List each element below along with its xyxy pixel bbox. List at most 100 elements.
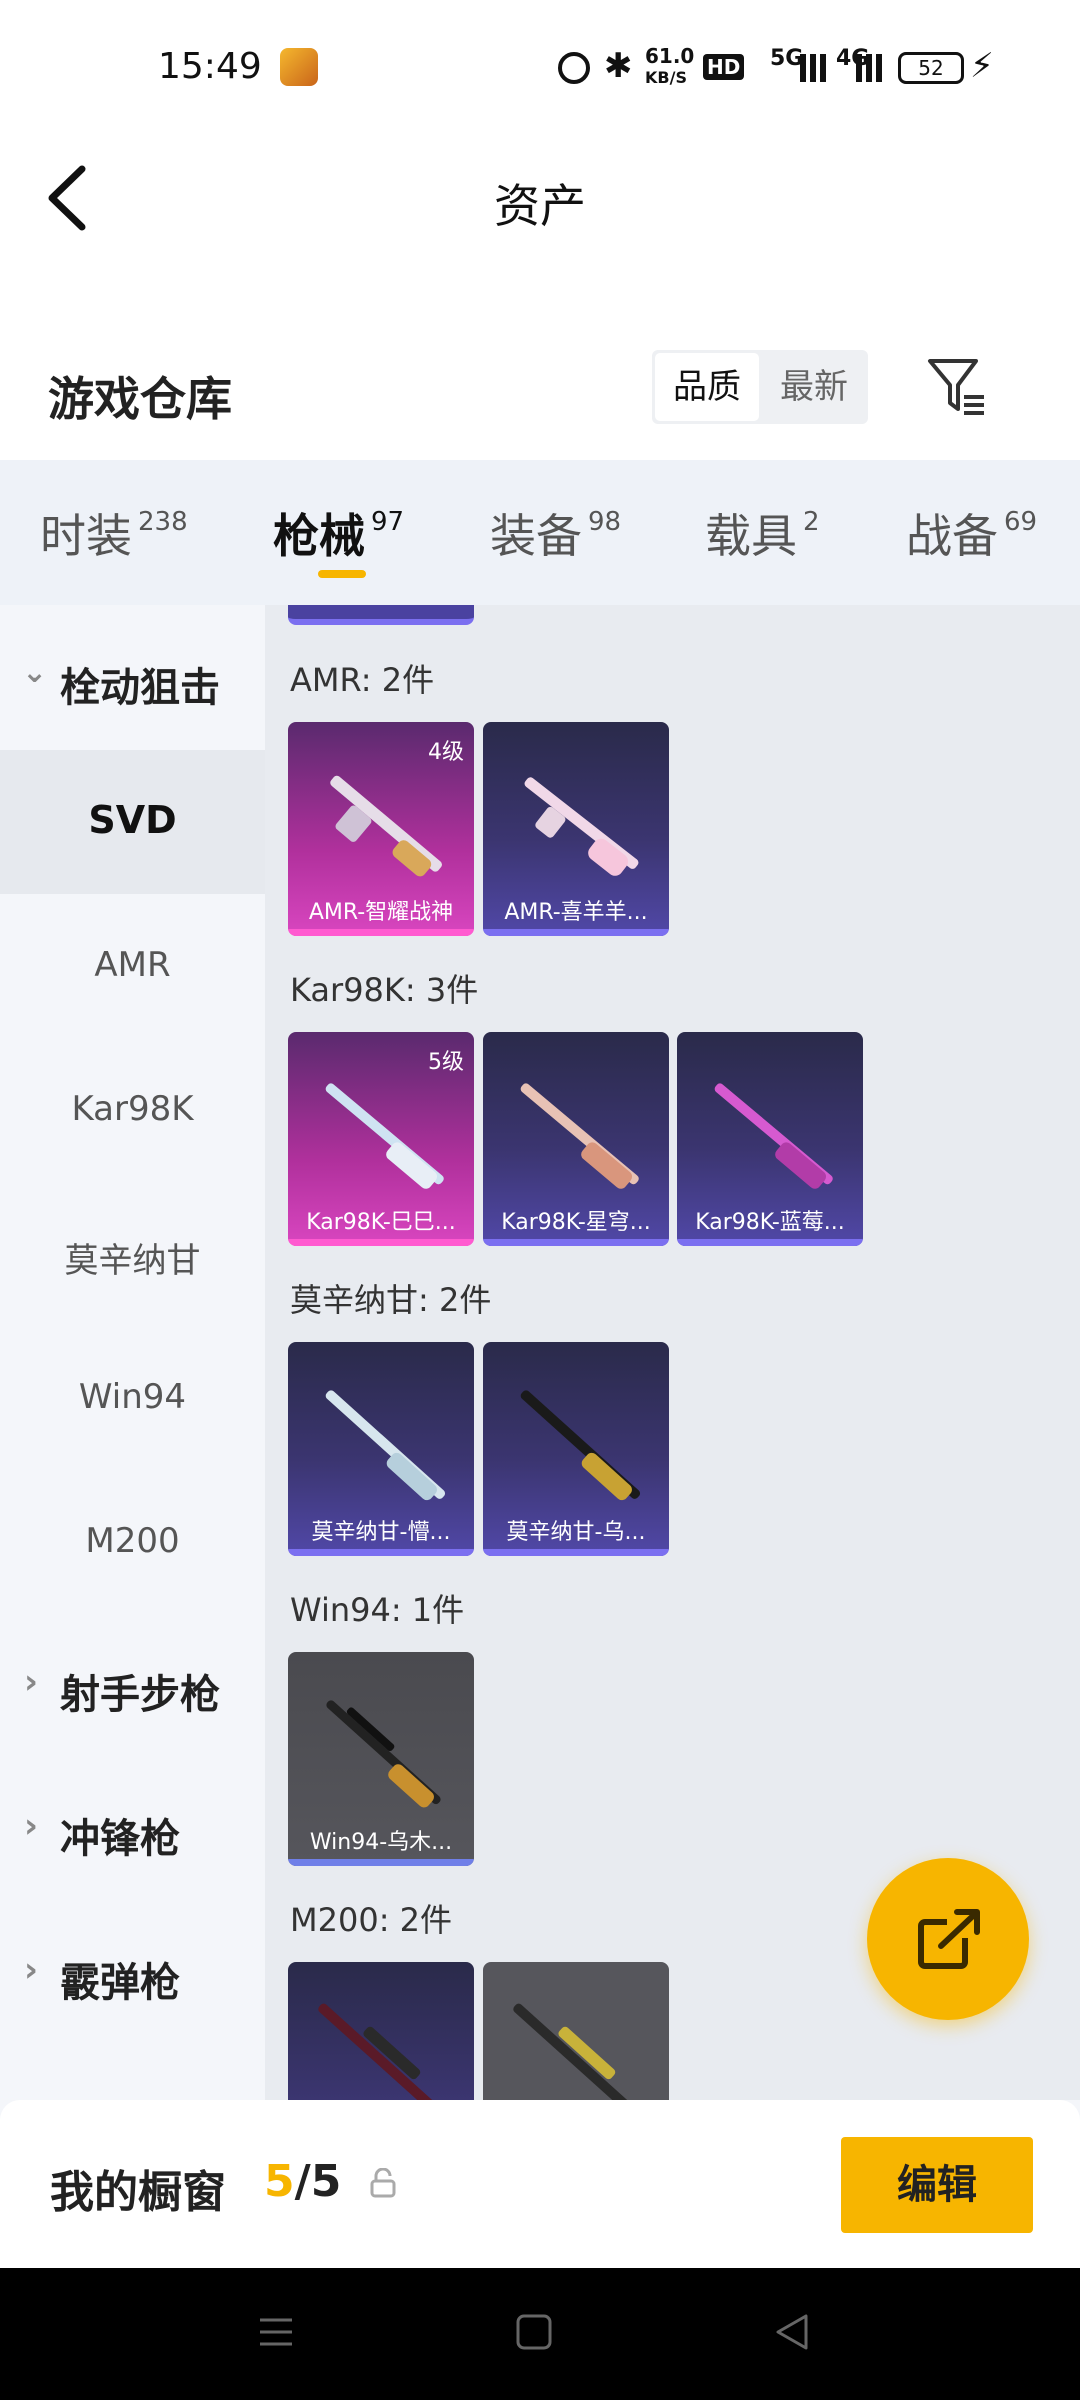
item-name: 莫辛纳甘-乌... (506, 1520, 646, 1545)
tab-count: 97 (371, 507, 405, 537)
sidebar-item-amr[interactable]: AMR (0, 945, 265, 985)
system-navigation-bar (0, 2268, 1080, 2400)
tab-vehicles[interactable]: 载具 2 (705, 500, 820, 566)
sidebar-item-svd[interactable]: SVD (0, 750, 265, 894)
rarity-bar (483, 929, 669, 936)
warehouse-header: 游戏仓库 品质 最新 (0, 325, 1080, 460)
group-title-amr: AMR: 2件 (290, 661, 435, 699)
back-triangle-icon[interactable] (772, 2312, 812, 2352)
tab-label: 装备 (490, 509, 582, 563)
sidebar-group-label: 栓动狙击 (60, 665, 220, 711)
item-name: 莫辛纳甘-懵... (311, 1520, 451, 1545)
sidebar-item-kar98k[interactable]: Kar98K (0, 1089, 265, 1129)
rarity-bar (483, 1239, 669, 1246)
item-card[interactable]: Kar98K-蓝莓... (677, 1032, 863, 1246)
battery-icon: 52 (898, 52, 964, 84)
item-name: Kar98K-蓝莓... (695, 1210, 845, 1235)
rarity-bar (288, 929, 474, 936)
tab-count: 69 (1004, 507, 1038, 537)
warehouse-title: 游戏仓库 (48, 372, 232, 426)
status-bar: 15:49 ✱ 61.0 KB/S HD 5G 4G 52 ⚡ (0, 0, 1080, 135)
chevron-right-icon: › (24, 1806, 39, 1846)
sidebar-item-mosin[interactable]: 莫辛纳甘 (0, 1233, 265, 1282)
group-title-win94: Win94: 1件 (290, 1591, 465, 1629)
chevron-right-icon: › (24, 1950, 39, 1990)
app-notification-icon (280, 48, 318, 86)
charging-icon: ⚡ (970, 46, 994, 86)
sidebar-item-win94[interactable]: Win94 (0, 1377, 265, 1417)
tab-fashion[interactable]: 时装 238 (40, 500, 188, 566)
net-speed-unit: KB/S (645, 68, 687, 87)
item-card-partial[interactable] (288, 605, 474, 625)
group-title-m200: M200: 2件 (290, 1901, 453, 1939)
tab-guns[interactable]: 枪械 97 (273, 500, 404, 566)
rarity-bar (677, 1239, 863, 1246)
item-name: Kar98K-星穹... (501, 1210, 651, 1235)
item-card[interactable]: Kar98K-星穹... (483, 1032, 669, 1246)
lock-icon (370, 2168, 396, 2198)
sidebar-group-label: 射手步枪 (60, 1672, 220, 1718)
tab-label: 时装 (40, 509, 132, 563)
share-icon (918, 1908, 981, 1969)
tab-supplies[interactable]: 战备 69 (906, 500, 1037, 566)
net-speed-value: 61.0 (645, 44, 695, 68)
item-card[interactable]: 莫辛纳甘-乌... (483, 1342, 669, 1556)
showcase-bar: 我的橱窗 5/5 编辑 (0, 2100, 1080, 2268)
rifle-icon (318, 2003, 449, 2100)
tab-label: 载具 (705, 509, 797, 563)
sort-quality-button[interactable]: 品质 (655, 353, 759, 421)
item-card[interactable]: 4级 AMR-智耀战神 (288, 722, 474, 936)
hd-icon: HD (703, 54, 745, 80)
showcase-count: 5/5 (264, 2156, 341, 2207)
bluetooth-icon: ✱ (604, 46, 633, 86)
active-tab-indicator (318, 570, 366, 578)
sort-toggle: 品质 最新 (652, 350, 868, 424)
share-fab-button[interactable] (867, 1858, 1029, 2020)
showcase-count-sep: / (294, 2156, 311, 2207)
group-title-kar98k: Kar98K: 3件 (290, 971, 479, 1009)
chevron-down-icon: ⌄ (22, 655, 48, 690)
showcase-count-total: 5 (310, 2156, 342, 2207)
item-name: AMR-喜羊羊... (504, 900, 648, 925)
filter-icon[interactable] (926, 357, 988, 417)
chevron-right-icon: › (24, 1662, 39, 1702)
signal-5g-icon: 5G (770, 46, 804, 71)
home-icon[interactable] (514, 2312, 554, 2352)
page-title: 资产 (494, 179, 586, 233)
item-card[interactable]: Win94-乌木... (288, 1652, 474, 1866)
rifle-icon (513, 2003, 644, 2100)
sidebar-item-label: SVD (88, 798, 177, 842)
rarity-bar (288, 1239, 474, 1246)
tab-equipment[interactable]: 装备 98 (490, 500, 621, 566)
menu-icon[interactable] (256, 2312, 296, 2352)
item-card[interactable]: 5级 Kar98K-巳巳... (288, 1032, 474, 1246)
signal-bars-icon (800, 54, 830, 82)
item-name: Kar98K-巳巳... (306, 1210, 456, 1235)
group-title-mosin: 莫辛纳甘: 2件 (290, 1281, 492, 1319)
sidebar-group-label: 霰弹枪 (60, 1960, 180, 2006)
rarity-bar (483, 1549, 669, 1556)
tab-count: 238 (138, 507, 188, 537)
net-speed: 61.0 KB/S (645, 46, 694, 88)
item-name: Win94-乌木... (309, 1830, 453, 1855)
signal-bars-icon (856, 54, 886, 82)
sidebar-group-label: 冲锋枪 (60, 1816, 180, 1862)
edit-button[interactable]: 编辑 (841, 2137, 1033, 2233)
item-card[interactable]: 莫辛纳甘-懵... (288, 1342, 474, 1556)
alarm-icon (558, 52, 590, 84)
top-navigation: 资产 (0, 135, 1080, 325)
item-name: AMR-智耀战神 (308, 900, 454, 925)
tab-label: 战备 (906, 509, 998, 563)
tab-count: 98 (588, 507, 622, 537)
status-time: 15:49 (158, 46, 262, 87)
sidebar-item-m200[interactable]: M200 (0, 1521, 265, 1561)
item-card[interactable] (483, 1962, 669, 2100)
rarity-bar (288, 1859, 474, 1866)
showcase-label: 我的橱窗 (50, 2167, 226, 2218)
item-card[interactable]: AMR-喜羊羊... (483, 722, 669, 936)
tab-count: 2 (803, 507, 820, 537)
sort-latest-button[interactable]: 最新 (762, 353, 866, 421)
item-card[interactable] (288, 1962, 474, 2100)
item-level: 5级 (428, 1050, 464, 1075)
item-level: 4级 (428, 740, 464, 765)
